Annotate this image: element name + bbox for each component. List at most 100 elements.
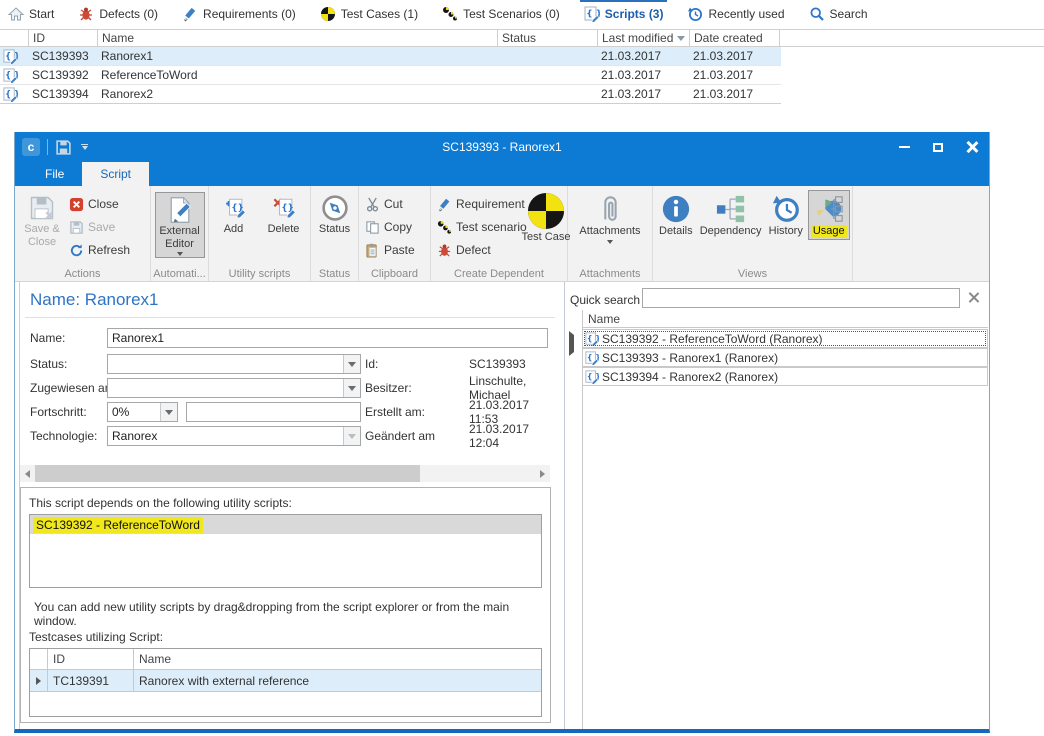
field-label: Id: xyxy=(365,357,378,371)
nav-tab-start[interactable]: Start xyxy=(4,0,58,27)
nav-tab-test-cases[interactable]: Test Cases (1) xyxy=(316,0,422,27)
chevron-down-icon[interactable] xyxy=(160,403,177,421)
table-row[interactable]: { } SC139392 ReferenceToWord 21.03.2017 … xyxy=(0,66,781,85)
progress-note-field[interactable] xyxy=(186,402,361,422)
button-label: Status xyxy=(319,223,350,236)
quick-search-pane: Quick search Name { } SC139392 - Referen… xyxy=(564,282,988,729)
nav-tab-defects[interactable]: Defects (0) xyxy=(74,0,162,27)
list-item[interactable]: { } SC139392 - ReferenceToWord (Ranorex) xyxy=(582,329,988,348)
scripts-table: ID Name Status Last modified Date create… xyxy=(0,29,1044,104)
maximize-button[interactable] xyxy=(921,132,955,162)
status-select[interactable] xyxy=(107,354,361,374)
horizontal-scrollbar[interactable] xyxy=(20,465,550,482)
script-icon: { } xyxy=(585,370,599,384)
utility-scripts-list[interactable]: SC139392 - ReferenceToWord xyxy=(29,514,542,588)
ribbon-group-label: Attachments xyxy=(568,268,652,280)
select-value: Ranorex xyxy=(112,429,157,443)
ribbon: Save & Close Close Save Refresh xyxy=(15,186,989,282)
save-button[interactable]: Save xyxy=(66,217,133,237)
status-button[interactable]: Status xyxy=(314,190,355,238)
name-field[interactable] xyxy=(107,328,548,348)
refresh-button[interactable]: Refresh xyxy=(66,240,133,260)
nav-tab-search[interactable]: Search xyxy=(805,0,872,27)
button-label: Paste xyxy=(384,243,415,257)
column-header-id[interactable]: ID xyxy=(28,30,97,46)
scroll-right-button[interactable] xyxy=(535,465,550,482)
progress-select[interactable]: 0% xyxy=(107,402,178,422)
delete-utility-script-button[interactable]: {} Delete xyxy=(261,190,307,238)
column-header-date-created[interactable]: Date created xyxy=(689,30,780,46)
close-icon xyxy=(69,197,84,212)
ribbon-group-create-dependent: Requirement Test scenario Defect xyxy=(431,186,568,281)
nav-tab-label: Test Scenarios (0) xyxy=(463,7,560,21)
column-header-name[interactable]: Name xyxy=(134,649,541,669)
create-test-case-button[interactable]: Test Case xyxy=(526,190,566,246)
column-header-label: Last modified xyxy=(602,31,673,45)
scripts-table-header: ID Name Status Last modified Date create… xyxy=(0,29,1044,47)
quick-search-input[interactable] xyxy=(642,288,960,308)
add-utility-script-button[interactable]: {} Add xyxy=(213,190,255,238)
cell-name: Ranorex2 xyxy=(97,87,497,101)
nav-tab-recently-used[interactable]: Recently used xyxy=(683,0,788,27)
list-item[interactable]: { } SC139394 - Ranorex2 (Ranorex) xyxy=(582,367,988,386)
divider xyxy=(25,317,555,318)
button-label: Cut xyxy=(384,197,403,211)
usage-view-button[interactable]: Usage xyxy=(808,190,850,240)
quick-search-column-header[interactable]: Name xyxy=(582,310,988,328)
button-label: Save & Close xyxy=(21,223,63,248)
cut-button[interactable]: Cut xyxy=(362,194,418,214)
tab-script[interactable]: Script xyxy=(82,162,149,186)
column-header-name[interactable]: Name xyxy=(97,30,497,46)
field-label: Name: xyxy=(30,331,65,345)
window-titlebar[interactable]: c SC139393 - Ranorex1 xyxy=(15,132,989,162)
ribbon-group-utility-scripts: {} Add {} Delete Utility scripts xyxy=(209,186,311,281)
scrollbar-thumb[interactable] xyxy=(35,465,420,482)
table-row[interactable]: TC139391 Ranorex with external reference xyxy=(30,670,541,692)
minimize-button[interactable] xyxy=(887,132,921,162)
nav-tab-requirements[interactable]: Requirements (0) xyxy=(178,0,300,27)
chevron-down-icon[interactable] xyxy=(343,355,360,373)
nav-tab-label: Recently used xyxy=(708,7,784,21)
external-editor-button[interactable]: External Editor xyxy=(155,192,205,258)
details-view-button[interactable]: Details xyxy=(656,190,696,240)
quick-access-toolbar: c xyxy=(15,138,88,156)
list-item[interactable]: SC139392 - ReferenceToWord xyxy=(30,515,541,534)
dependency-view-button[interactable]: Dependency xyxy=(698,190,764,240)
ribbon-group-clipboard: Cut Copy Paste Clipboard xyxy=(359,186,431,281)
column-gutter xyxy=(30,649,48,669)
requirement-pencil-icon xyxy=(437,197,452,212)
attachments-button[interactable]: Attachments xyxy=(573,190,647,246)
create-defect-button[interactable]: Defect xyxy=(434,240,526,260)
table-row[interactable]: { } SC139393 Ranorex1 21.03.2017 21.03.2… xyxy=(0,47,781,66)
modified-value: 21.03.2017 12:04 xyxy=(469,422,560,450)
list-item-label: SC139392 - ReferenceToWord (Ranorex) xyxy=(602,332,823,346)
column-header-last-modified[interactable]: Last modified xyxy=(597,30,689,46)
column-header-id[interactable]: ID xyxy=(48,649,134,669)
create-requirement-button[interactable]: Requirement xyxy=(434,194,526,214)
script-icon: { } xyxy=(0,68,28,83)
close-search-icon[interactable] xyxy=(967,291,980,304)
paste-button[interactable]: Paste xyxy=(362,240,418,260)
create-test-scenario-button[interactable]: Test scenario xyxy=(434,217,526,237)
close-button[interactable]: Close xyxy=(66,194,133,214)
tab-file[interactable]: File xyxy=(27,162,82,186)
list-item[interactable]: { } SC139393 - Ranorex1 (Ranorex) xyxy=(582,348,988,367)
nav-tab-label: Start xyxy=(29,7,54,21)
scroll-left-button[interactable] xyxy=(20,465,35,482)
save-and-close-button[interactable]: Save & Close xyxy=(18,190,66,250)
customize-toolbar-chevron-icon[interactable] xyxy=(81,144,88,150)
dependency-tree-icon xyxy=(716,194,746,224)
quick-save-icon[interactable] xyxy=(55,139,72,156)
close-window-button[interactable] xyxy=(955,132,989,162)
nav-tab-test-scenarios[interactable]: Test Scenarios (0) xyxy=(438,0,564,27)
chevron-down-icon[interactable] xyxy=(343,379,360,397)
ribbon-group-label: Utility scripts xyxy=(209,268,310,280)
table-row[interactable]: { } SC139394 Ranorex2 21.03.2017 21.03.2… xyxy=(0,85,781,104)
assigned-to-select[interactable] xyxy=(107,378,361,398)
list-item-label: SC139393 - Ranorex1 (Ranorex) xyxy=(602,351,778,365)
column-header-status[interactable]: Status xyxy=(497,30,597,46)
history-view-button[interactable]: History xyxy=(766,190,806,240)
copy-button[interactable]: Copy xyxy=(362,217,418,237)
column-gutter xyxy=(0,30,28,46)
nav-tab-scripts[interactable]: { } Scripts (3) xyxy=(580,0,668,27)
